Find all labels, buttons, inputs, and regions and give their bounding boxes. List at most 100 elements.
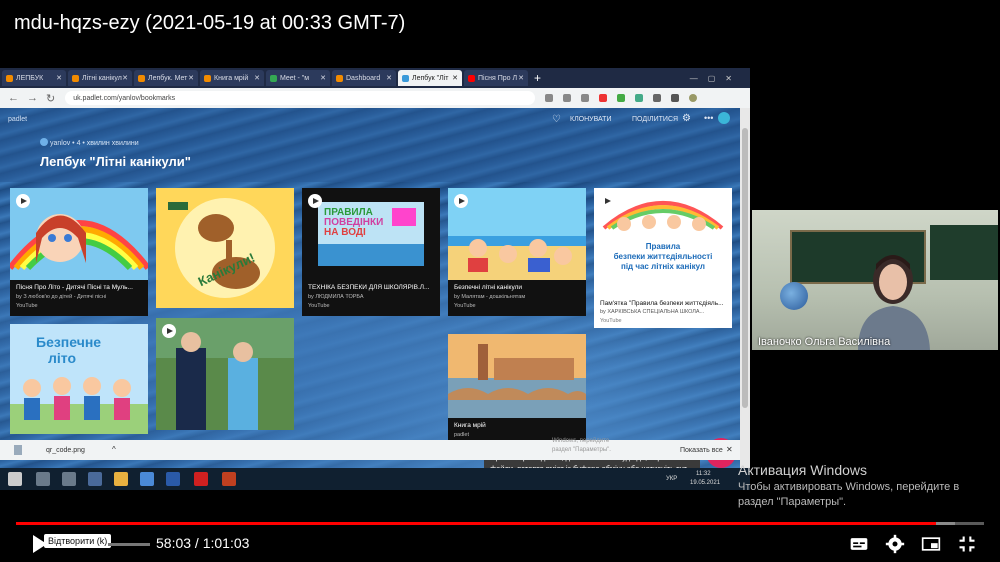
- task-view-icon[interactable]: [62, 472, 76, 486]
- post-card[interactable]: Книга мрій padlet: [448, 334, 586, 444]
- video-title: mdu-hqzs-ezy (2021-05-19 at 00:33 GMT-7): [14, 12, 406, 34]
- download-bar: qr_code.png ^ Windows, перейдите раздел …: [0, 438, 740, 460]
- browser-tab[interactable]: Літні канікул ✕: [68, 70, 132, 86]
- clone-button[interactable]: КЛОНУВАТИ: [570, 116, 611, 123]
- url-input[interactable]: uk.padlet.com/yanlov/bookmarks: [65, 91, 536, 105]
- fullscreen-exit-icon[interactable]: [956, 534, 978, 554]
- gear-icon[interactable]: [884, 534, 906, 554]
- card-thumbnail: [448, 334, 586, 418]
- post-card[interactable]: Безпечні літні канікули by Малятам - дош…: [448, 188, 586, 316]
- browser-tab[interactable]: Meet - "м ✕: [266, 70, 330, 86]
- close-icon[interactable]: ✕: [452, 74, 458, 82]
- back-icon[interactable]: ←: [8, 92, 19, 104]
- opera-icon[interactable]: [599, 94, 608, 102]
- window-controls[interactable]: —▢✕: [690, 74, 742, 83]
- keyboard-language[interactable]: УКР: [666, 476, 677, 482]
- tab-label: Книга мрій: [214, 74, 249, 82]
- play-icon[interactable]: [454, 194, 468, 208]
- post-card[interactable]: Пісня Про Літо - Дитячі Пісні та Муль...…: [10, 188, 148, 316]
- close-icon[interactable]: ✕: [726, 445, 733, 454]
- close-icon[interactable]: ✕: [320, 74, 326, 82]
- extension-icon[interactable]: [545, 94, 554, 102]
- post-card[interactable]: Канікули!: [156, 188, 294, 308]
- forward-icon[interactable]: →: [27, 92, 38, 104]
- star-icon[interactable]: [581, 94, 590, 102]
- play-icon[interactable]: [16, 194, 30, 208]
- author-line: yanlov • 4 • хвилин хвилини: [50, 140, 139, 147]
- padlet-logo[interactable]: padlet: [8, 116, 27, 123]
- browser-tab[interactable]: ЛЕПБУК ✕: [2, 70, 66, 86]
- gear-icon[interactable]: ⚙: [682, 113, 691, 124]
- padlet-board[interactable]: padlet ♡ КЛОНУВАТИ ПОДІЛИТИСЯ ⚙ ••• yanl…: [0, 108, 740, 490]
- volume-slider[interactable]: [108, 543, 150, 546]
- tab-favicon-icon: [6, 74, 13, 82]
- tab-favicon-icon: [402, 74, 409, 82]
- windows-start-icon[interactable]: [8, 472, 22, 486]
- thumbnail-text: ПРАВИЛА ПОВЕДІНКИ НА ВОДІ: [324, 207, 384, 238]
- card-source: YouTube: [16, 303, 38, 309]
- post-card[interactable]: Правила безпеки життєдіяльності під час …: [594, 188, 732, 328]
- opera-icon[interactable]: [194, 472, 208, 486]
- play-icon[interactable]: [600, 194, 614, 208]
- padlet-avatar[interactable]: [718, 112, 730, 124]
- download-filename[interactable]: qr_code.png: [46, 447, 85, 454]
- shield-icon[interactable]: [617, 94, 626, 102]
- close-icon[interactable]: ✕: [518, 74, 524, 82]
- share-button[interactable]: ПОДІЛИТИСЯ: [632, 116, 678, 123]
- post-card[interactable]: ПРАВИЛА ПОВЕДІНКИ НА ВОДІ ТЕХНІКА БЕЗПЕК…: [302, 188, 440, 316]
- play-icon[interactable]: [162, 324, 176, 338]
- extension-icon[interactable]: [563, 94, 572, 102]
- puzzle-icon[interactable]: [653, 94, 662, 102]
- browser-tab-active[interactable]: Лепбук "Літ ✕: [398, 70, 462, 86]
- card-title: Книга мрій: [454, 422, 486, 429]
- time-display: 58:03 / 1:01:03: [156, 535, 250, 551]
- close-icon[interactable]: ✕: [188, 74, 194, 82]
- file-explorer-icon[interactable]: [114, 472, 128, 486]
- tab-label: Літні канікул: [82, 74, 122, 82]
- tab-favicon-icon: [138, 74, 145, 82]
- search-icon[interactable]: [36, 472, 50, 486]
- file-icon: [14, 445, 22, 455]
- browser-tab[interactable]: Лепбук. Мет ✕: [134, 70, 198, 86]
- card-subtitle: by Малятам - дошкільнятам: [454, 294, 526, 300]
- padlet-title: Лепбук "Літні канікули": [40, 154, 191, 169]
- card-thumbnail: [448, 188, 586, 280]
- activation-subtitle: Чтобы активировать Windows, перейдите в …: [738, 481, 960, 508]
- powerpoint-icon[interactable]: [222, 472, 236, 486]
- play-icon[interactable]: [308, 194, 322, 208]
- menu-icon[interactable]: [671, 94, 680, 102]
- card-thumbnail: [10, 188, 148, 280]
- chevron-up-icon[interactable]: ^: [112, 445, 116, 454]
- scrollbar-thumb[interactable]: [742, 128, 748, 408]
- post-card[interactable]: Безпечне літо: [10, 324, 148, 434]
- show-all-link[interactable]: Показать все: [680, 447, 723, 454]
- browser-tab[interactable]: Dashboard ✕: [332, 70, 396, 86]
- card-title: Пам'ятка "Правила безпеки життєдіяль...: [600, 300, 724, 307]
- app-icon[interactable]: [88, 472, 102, 486]
- close-icon[interactable]: ✕: [56, 74, 62, 82]
- browser-tab[interactable]: Книга мрій ✕: [200, 70, 264, 86]
- address-bar: ← → ↻ uk.padlet.com/yanlov/bookmarks: [0, 88, 750, 108]
- subtitles-icon[interactable]: [848, 534, 870, 554]
- tab-favicon-icon: [336, 74, 343, 82]
- tab-favicon-icon: [204, 74, 211, 82]
- extension-icon[interactable]: [635, 94, 644, 102]
- close-icon[interactable]: ✕: [386, 74, 392, 82]
- post-card[interactable]: [156, 318, 294, 430]
- new-tab-button[interactable]: +: [534, 71, 541, 85]
- chrome-icon[interactable]: [140, 472, 154, 486]
- miniplayer-icon[interactable]: [920, 534, 942, 554]
- word-icon[interactable]: [166, 472, 180, 486]
- more-icon[interactable]: •••: [704, 113, 713, 123]
- close-icon[interactable]: ✕: [254, 74, 260, 82]
- card-subtitle: by З любов'ю до дітей - Дитячі пісні: [16, 294, 107, 300]
- card-subtitle: by ХАРКІВСЬКА СПЕЦІАЛЬНА ШКОЛА...: [600, 309, 705, 315]
- browser-tab[interactable]: Пісня Про Л ✕: [464, 70, 528, 86]
- avatar[interactable]: [689, 94, 698, 102]
- tab-label: Dashboard: [346, 74, 381, 82]
- globe: [780, 282, 808, 310]
- heart-icon[interactable]: ♡: [552, 114, 561, 125]
- close-icon[interactable]: ✕: [122, 74, 128, 82]
- tab-favicon-icon: [468, 74, 475, 82]
- reload-icon[interactable]: ↻: [46, 92, 55, 105]
